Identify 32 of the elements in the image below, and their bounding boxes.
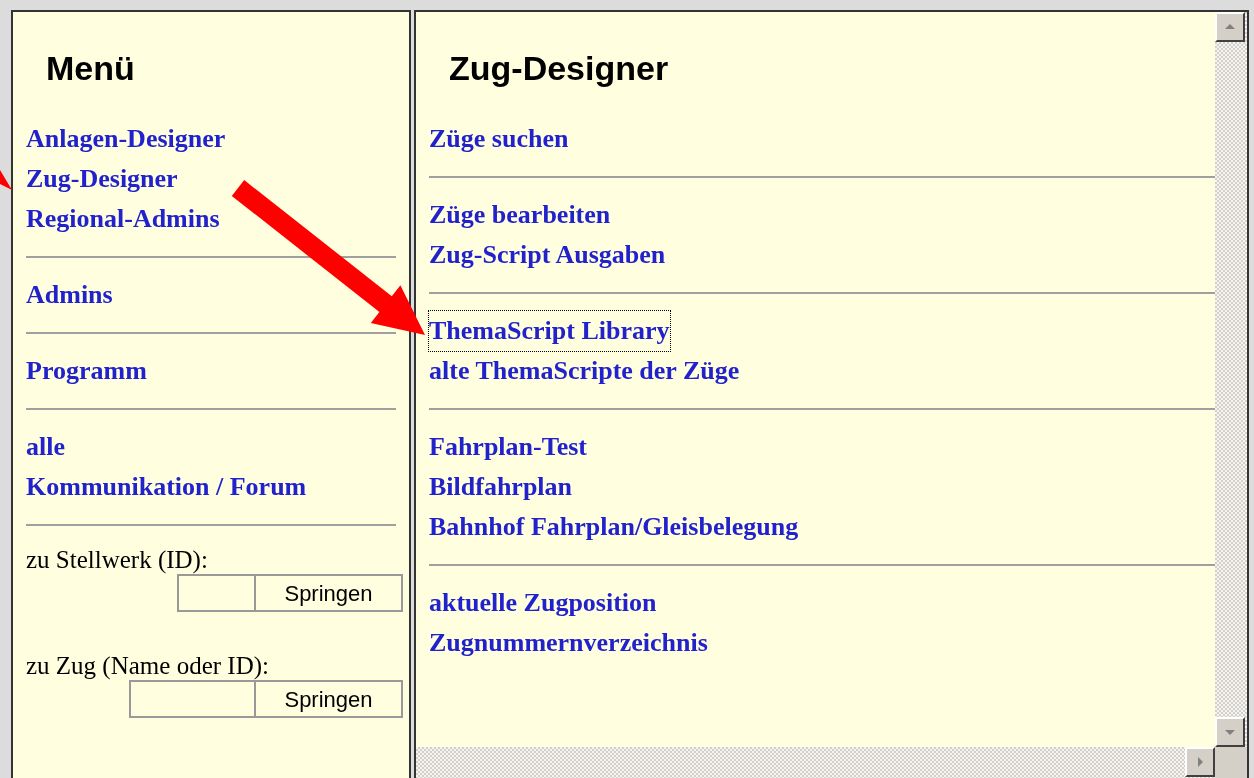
nav-link[interactable]: Zug-Designer bbox=[26, 159, 178, 199]
id-input[interactable] bbox=[129, 680, 256, 718]
menu-title: Menü bbox=[46, 48, 136, 88]
nav-link[interactable]: Fahrplan-Test bbox=[429, 427, 587, 467]
scroll-button[interactable] bbox=[1215, 717, 1245, 747]
nav-link[interactable]: Züge bearbeiten bbox=[429, 195, 611, 235]
nav-link[interactable]: alle bbox=[26, 427, 65, 467]
jump-button[interactable]: Springen bbox=[256, 574, 403, 612]
annotation-arrow bbox=[0, 170, 12, 190]
scroll-button[interactable] bbox=[1185, 747, 1215, 777]
nav-link[interactable]: Kommunikation / Forum bbox=[26, 467, 307, 507]
id-input[interactable] bbox=[177, 574, 256, 612]
nav-link[interactable]: Bahnhof Fahrplan/Gleisbelegung bbox=[429, 507, 799, 547]
scrollbar-corner bbox=[1215, 747, 1247, 778]
nav-link[interactable]: Zug-Script Ausgaben bbox=[429, 235, 666, 275]
nav-link[interactable]: aktuelle Zugposition bbox=[429, 583, 657, 623]
nav-link[interactable]: Züge suchen bbox=[429, 119, 569, 159]
jump-button[interactable]: Springen bbox=[256, 680, 403, 718]
jump-label: zu Zug (Name oder ID): bbox=[26, 652, 270, 680]
jump-label: zu Stellwerk (ID): bbox=[26, 546, 209, 574]
horizontal-scrollbar[interactable] bbox=[416, 747, 1215, 778]
nav-link[interactable]: ThemaScript Library bbox=[429, 311, 670, 351]
nav-link[interactable]: Admins bbox=[26, 275, 113, 315]
nav-link[interactable]: Regional-Admins bbox=[26, 199, 220, 239]
vertical-scrollbar[interactable] bbox=[1215, 12, 1247, 747]
nav-link[interactable]: Anlagen-Designer bbox=[26, 119, 226, 159]
scroll-button[interactable] bbox=[1215, 12, 1245, 42]
page-title: Zug-Designer bbox=[449, 48, 670, 88]
nav-link[interactable]: alte ThemaScripte der Züge bbox=[429, 351, 740, 391]
nav-link[interactable]: Bildfahrplan bbox=[429, 467, 573, 507]
nav-link[interactable]: Programm bbox=[26, 351, 147, 391]
nav-link[interactable]: Zugnummernverzeichnis bbox=[429, 623, 708, 663]
